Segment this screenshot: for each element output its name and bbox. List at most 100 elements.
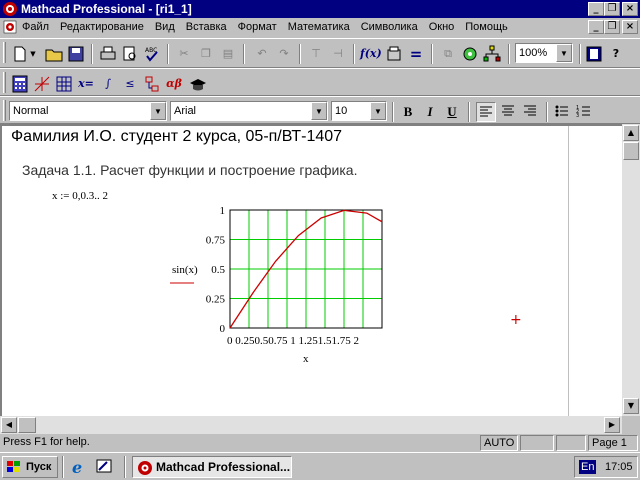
cut-icon[interactable]: ✂	[174, 44, 194, 64]
font-size-combo[interactable]: 10 ▼	[331, 101, 387, 121]
toolbar-separator	[353, 44, 355, 64]
symbolic-palette-icon[interactable]	[188, 74, 208, 94]
resource-center-icon[interactable]	[584, 44, 604, 64]
toolbar-separator	[468, 102, 470, 122]
calculator-palette-icon[interactable]	[10, 74, 30, 94]
redo-icon[interactable]: ↷	[274, 44, 294, 64]
mathcad-app-icon[interactable]	[2, 1, 18, 17]
plot-y-tick-labels: 0 0.25 0.5 0.75 1	[206, 205, 226, 335]
start-button[interactable]: Пуск	[2, 456, 58, 478]
copy-icon[interactable]: ❐	[196, 44, 216, 64]
italic-button[interactable]: I	[420, 102, 440, 122]
taskbar-separator	[124, 456, 126, 478]
zoom-combo[interactable]: 100% ▼	[515, 43, 573, 63]
close-button[interactable]: ×	[622, 2, 638, 16]
doc-minimize-button[interactable]: _	[588, 20, 604, 34]
align-down-icon[interactable]: ⊣	[328, 44, 348, 64]
restore-button[interactable]: ❐	[604, 2, 620, 16]
bullets-icon[interactable]	[552, 102, 572, 122]
range-definition[interactable]: x := 0,0.3.. 2	[52, 190, 108, 202]
taskbar-mathcad-button[interactable]: Mathcad Professional...	[132, 456, 292, 478]
plot-x-tick-labels: 0 0.250.50.75 1 1.251.51.75 2	[227, 335, 359, 347]
matrix-palette-icon[interactable]	[54, 74, 74, 94]
title-bar[interactable]: Mathcad Professional - [ri1_1] _ ❐ ×	[0, 0, 640, 18]
menu-file[interactable]: Файл	[22, 21, 55, 33]
save-icon[interactable]	[66, 44, 86, 64]
minimize-button[interactable]: _	[588, 2, 604, 16]
toolbar-separator	[91, 44, 93, 64]
menu-help[interactable]: Помощь	[465, 21, 514, 33]
print-icon[interactable]	[98, 44, 118, 64]
menu-math[interactable]: Математика	[288, 21, 356, 33]
spell-check-icon[interactable]: ABC	[142, 44, 162, 64]
insert-hyperlink-icon[interactable]: ⧉	[438, 44, 458, 64]
chevron-down-icon[interactable]: ▼	[370, 102, 386, 120]
new-document-icon[interactable]	[10, 44, 30, 64]
vertical-scrollbar[interactable]: ▲ ▼	[622, 124, 640, 416]
internet-explorer-icon[interactable]: e	[72, 458, 92, 477]
insert-function-icon[interactable]: f(x)	[360, 44, 382, 64]
xy-plot[interactable]: 0 0.25 0.5 0.75 1 0 0.250.50.75 1 1.251.51.7…	[162, 202, 402, 372]
style-combo[interactable]: Normal ▼	[9, 101, 167, 121]
graph-palette-icon[interactable]	[32, 74, 52, 94]
component-wizard-icon[interactable]	[460, 44, 480, 64]
underline-button[interactable]: U	[442, 102, 462, 122]
align-across-icon[interactable]: ⊤	[306, 44, 326, 64]
scroll-right-icon[interactable]: ▶	[604, 417, 620, 433]
worksheet-heading[interactable]: Фамилия И.О. студент 2 курса, 05-п/ВТ-14…	[11, 128, 342, 146]
toolbar-grip[interactable]	[3, 42, 6, 63]
scroll-thumb-vertical[interactable]	[623, 142, 639, 160]
chevron-down-icon[interactable]: ▼	[556, 44, 572, 62]
bold-button[interactable]: B	[398, 102, 418, 122]
programming-palette-icon[interactable]	[142, 74, 162, 94]
y-tick-label: 1	[220, 205, 226, 217]
menu-view[interactable]: Вид	[155, 21, 181, 33]
greek-palette-icon[interactable]: αβ	[164, 74, 184, 94]
open-folder-icon[interactable]	[44, 44, 64, 64]
doc-restore-button[interactable]: ❐	[604, 20, 620, 34]
menu-symbolics[interactable]: Символика	[361, 21, 424, 33]
scroll-up-icon[interactable]: ▲	[623, 125, 639, 141]
insert-unit-icon[interactable]	[384, 44, 404, 64]
doc-close-button[interactable]: ×	[622, 20, 638, 34]
paste-icon[interactable]: ▤	[218, 44, 238, 64]
align-center-icon[interactable]	[498, 102, 518, 122]
toolbar-grip[interactable]	[3, 72, 6, 93]
plot-grid	[230, 210, 382, 328]
calculus-palette-icon[interactable]: ∫	[98, 74, 118, 94]
chevron-down-icon[interactable]: ▼	[311, 102, 327, 120]
toolbar-grip[interactable]	[3, 100, 6, 121]
worksheet[interactable]: Фамилия И.О. студент 2 курса, 05-п/ВТ-14…	[0, 124, 622, 416]
menu-bar: Файл Редактирование Вид Вставка Формат М…	[0, 18, 640, 37]
language-indicator[interactable]: En	[579, 460, 597, 474]
align-right-icon[interactable]	[520, 102, 540, 122]
menu-window[interactable]: Окно	[429, 21, 461, 33]
task-title[interactable]: Задача 1.1. Расчет функции и построение …	[22, 162, 358, 178]
font-combo[interactable]: Arial ▼	[170, 101, 328, 121]
run-mathconnex-icon[interactable]	[482, 44, 502, 64]
plot-x-axis-label[interactable]: x	[303, 353, 309, 365]
status-bar: Press F1 for help. AUTO Page 1	[0, 434, 640, 452]
undo-icon[interactable]: ↶	[252, 44, 272, 64]
scroll-down-icon[interactable]: ▼	[623, 398, 639, 414]
new-dropdown-icon[interactable]: ▼	[28, 44, 38, 64]
print-preview-icon[interactable]	[120, 44, 140, 64]
toolbar-separator	[243, 44, 245, 64]
document-icon[interactable]	[3, 20, 17, 34]
show-desktop-icon[interactable]	[95, 458, 115, 476]
numbering-icon[interactable]: 123	[574, 102, 594, 122]
menu-format[interactable]: Формат	[238, 21, 283, 33]
help-icon[interactable]: ?	[606, 44, 626, 64]
scroll-left-icon[interactable]: ◀	[1, 417, 17, 433]
chevron-down-icon[interactable]: ▼	[150, 102, 166, 120]
plot-y-axis-label[interactable]: sin(x)	[172, 264, 198, 276]
align-left-icon[interactable]	[476, 102, 496, 122]
horizontal-scrollbar[interactable]: ◀ ▶	[0, 416, 622, 434]
menu-insert[interactable]: Вставка	[186, 21, 233, 33]
boolean-palette-icon[interactable]: ≤	[120, 74, 140, 94]
windows-logo-icon	[7, 461, 20, 472]
scroll-thumb-horizontal[interactable]	[18, 417, 36, 433]
evaluation-palette-icon[interactable]: x=	[76, 74, 96, 94]
calculate-icon[interactable]: =	[406, 44, 426, 64]
menu-edit[interactable]: Редактирование	[60, 21, 150, 33]
